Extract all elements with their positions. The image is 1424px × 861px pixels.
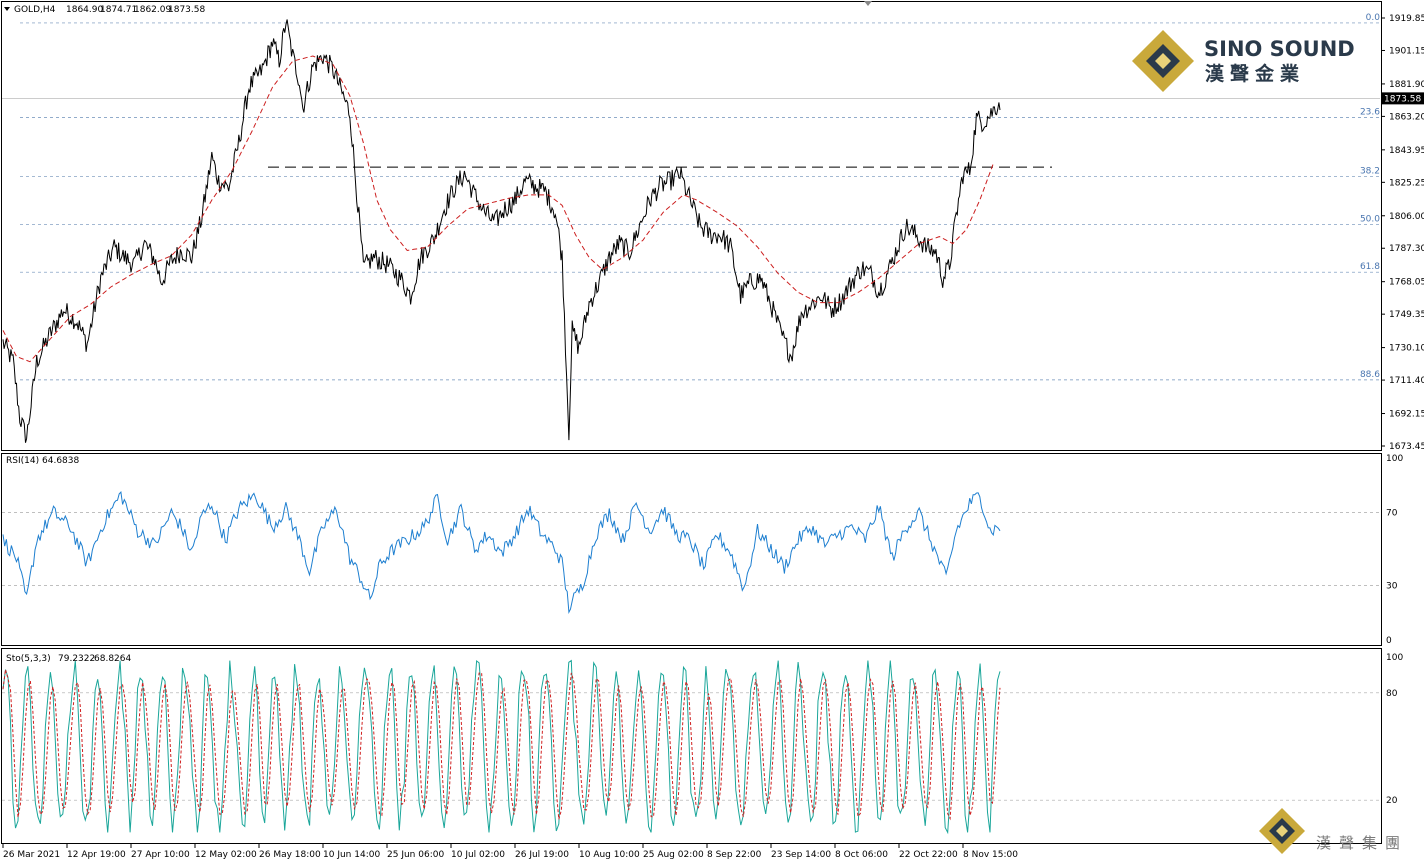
stochastic-tick-label: 20 <box>1386 796 1398 806</box>
price-tick-label: 1673.45 <box>1389 442 1424 452</box>
rsi-tick-label: 70 <box>1386 509 1398 519</box>
price-tick-label: 1711.40 <box>1389 376 1424 386</box>
chart-canvas[interactable]: SINO SOUND 漢聲金業 漢聲集團 0.0 23.6 38.2 50.0 61.8… <box>0 0 1424 861</box>
time-tick-label: 25 Aug 02:00 <box>643 850 704 860</box>
price-tick-label: 1843.95 <box>1389 146 1424 156</box>
corner-logo: 漢聲集團 <box>1259 808 1408 854</box>
rsi-line[interactable] <box>2 490 1001 614</box>
price-tick-label: 1863.20 <box>1389 112 1424 122</box>
symbol-label: GOLD,H4 <box>14 5 56 15</box>
price-series-line[interactable] <box>2 19 1001 443</box>
price-tick-label: 1806.00 <box>1389 212 1424 222</box>
rsi-header: RSI(14) 64.6838 <box>6 456 79 466</box>
price-tick-label: 1881.90 <box>1389 80 1424 90</box>
brand-name-en: SINO SOUND <box>1204 37 1355 61</box>
corner-brand-cn: 漢聲集團 <box>1316 834 1408 852</box>
time-tick-label: 8 Nov 15:00 <box>963 850 1018 860</box>
rsi-label: RSI(14) <box>6 456 39 466</box>
price-tick-label: 1787.30 <box>1389 244 1424 254</box>
time-tick-label: 25 Jun 06:00 <box>387 850 444 860</box>
stochastic-signal: 68.8264 <box>94 654 131 664</box>
rsi-pane[interactable] <box>1 453 1382 646</box>
time-tick-label: 10 Jun 14:00 <box>323 850 380 860</box>
last-price-label: 1873.58 <box>1384 94 1421 104</box>
time-tick-label: 27 Apr 10:00 <box>131 850 190 860</box>
rsi-tick-label: 30 <box>1386 581 1398 591</box>
stochastic-main: 79.2322 <box>58 654 95 664</box>
rsi-tick-label: 0 <box>1386 636 1392 646</box>
price-tick-label: 1768.05 <box>1389 278 1424 288</box>
time-tick-label: 10 Jul 02:00 <box>451 850 505 860</box>
stochastic-tick-label: 100 <box>1386 653 1403 663</box>
stochastic-label: Sto(5,3,3) <box>6 654 51 664</box>
time-tick-label: 22 Oct 22:00 <box>899 850 958 860</box>
shift-marker <box>864 1 872 6</box>
brand-name-cn: 漢聲金業 <box>1205 62 1305 85</box>
ohlc-low: 1862.09 <box>134 5 171 15</box>
time-tick-label: 26 Jul 19:00 <box>515 850 569 860</box>
fib-level-label: 88.6 <box>1360 370 1380 380</box>
time-tick-label: 8 Sep 22:00 <box>707 850 762 860</box>
stochastic-main-line[interactable] <box>2 659 1001 835</box>
stochastic-pane[interactable] <box>1 648 1382 844</box>
brand-logo: SINO SOUND 漢聲金業 <box>1132 30 1355 92</box>
fib-level-label: 61.8 <box>1360 262 1380 272</box>
time-tick-label: 12 Apr 19:00 <box>67 850 126 860</box>
price-tick-label: 1825.25 <box>1389 178 1424 188</box>
time-tick-label: 26 Mar 2021 <box>3 850 60 860</box>
chevron-down-icon <box>4 7 10 11</box>
ohlc-open: 1864.90 <box>66 5 103 15</box>
price-tick-label: 1692.15 <box>1389 410 1424 420</box>
stochastic-tick-label: 80 <box>1386 689 1398 699</box>
moving-average-line <box>2 55 994 363</box>
price-header: GOLD,H4 1864.90 1874.71 1862.09 1873.58 <box>4 5 205 15</box>
fib-level-label: 50.0 <box>1360 214 1380 224</box>
rsi-value: 64.6838 <box>42 456 79 466</box>
time-tick-label: 8 Oct 06:00 <box>835 850 888 860</box>
fib-level-label: 0.0 <box>1366 13 1381 23</box>
stochastic-header: Sto(5,3,3) 79.2322 68.8264 <box>6 654 131 664</box>
price-tick-label: 1919.85 <box>1389 14 1424 24</box>
time-tick-label: 23 Sep 14:00 <box>771 850 831 860</box>
time-tick-label: 26 May 18:00 <box>259 850 321 860</box>
price-tick-label: 1901.15 <box>1389 46 1424 56</box>
fib-level-label: 23.6 <box>1360 108 1380 118</box>
time-tick-label: 12 May 02:00 <box>195 850 257 860</box>
price-tick-label: 1730.10 <box>1389 344 1424 354</box>
price-tick-label: 1749.35 <box>1389 310 1424 320</box>
ohlc-high: 1874.71 <box>100 5 137 15</box>
ohlc-close: 1873.58 <box>168 5 205 15</box>
fib-level-label: 38.2 <box>1360 167 1380 177</box>
rsi-tick-label: 100 <box>1386 454 1403 464</box>
time-tick-label: 10 Aug 10:00 <box>579 850 640 860</box>
